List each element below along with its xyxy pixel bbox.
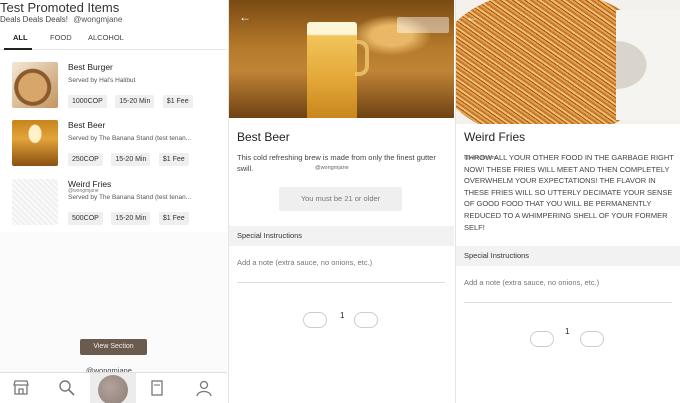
back-arrow-icon[interactable]: ← [239, 10, 251, 24]
overlay-box [90, 373, 136, 403]
fee-chip: $1 Fee [162, 95, 193, 108]
item-chips: 1000COP 15-20 Min $1 Fee [68, 90, 197, 108]
item-thumbnail [12, 179, 58, 225]
item-thumbnail [12, 120, 58, 166]
back-arrow-icon[interactable]: ← [466, 10, 478, 24]
subtitle-text: Deals Deals Deals! [0, 15, 69, 24]
tab-all[interactable]: ALL [13, 33, 28, 42]
age-verification-button[interactable]: You must be 21 or older [279, 187, 402, 211]
item-name: Best Burger [68, 62, 113, 72]
item-detail-fries: ← Weird Fries THROW ALL YOUR OTHER FOOD … [455, 0, 680, 403]
price-chip: 250COP [68, 153, 103, 166]
increase-quantity-button[interactable] [354, 312, 378, 328]
item-description: THROW ALL YOUR OTHER FOOD IN THE GARBAGE… [464, 153, 674, 232]
time-chip: 15-20 Min [111, 212, 151, 225]
category-tabs: ALL FOOD ALCOHOL [0, 28, 227, 50]
quantity-value: 1 [340, 311, 345, 320]
watermark-handle: @wongmjane [315, 165, 349, 171]
item-served-by: Served by The Banana Stand (test tenan..… [68, 194, 192, 201]
input-underline [464, 302, 672, 303]
special-instructions-header: Special Instructions [229, 226, 454, 246]
increase-quantity-button[interactable] [580, 331, 604, 347]
item-served-by: Served by Hal's Halibut [68, 77, 136, 84]
beer-hero-image: ← [229, 0, 454, 118]
tab-alcohol[interactable]: ALCOHOL [88, 33, 124, 42]
input-underline [237, 282, 445, 283]
decrease-quantity-button[interactable] [303, 312, 327, 328]
active-tab-indicator [4, 48, 32, 50]
item-chips: 500COP 15-20 Min $1 Fee [68, 207, 193, 225]
item-served-by: Served by The Banana Stand (test tenan..… [68, 135, 192, 142]
special-instructions-input[interactable] [464, 278, 672, 287]
special-instructions-input[interactable] [237, 258, 445, 267]
time-chip: 15-20 Min [115, 95, 155, 108]
search-icon[interactable] [56, 377, 78, 399]
promoted-items-panel: Test Promoted Items Deals Deals Deals! @… [0, 0, 227, 403]
fries-hero-image: ← [456, 0, 680, 124]
price-chip: 500COP [68, 212, 103, 225]
watermark-handle: @wongmjane [464, 155, 498, 161]
item-title: Weird Fries [464, 130, 526, 144]
item-thumbnail [12, 62, 58, 108]
bowl-rim [616, 10, 680, 120]
profile-icon[interactable] [193, 377, 215, 399]
page-subtitle: Deals Deals Deals! @wongmjane [0, 15, 122, 24]
price-chip: 1000COP [68, 95, 107, 108]
glass-handle [355, 40, 369, 76]
orders-icon[interactable] [146, 377, 168, 399]
list-item[interactable]: Best Beer Served by The Banana Stand (te… [12, 120, 224, 174]
tab-food[interactable]: FOOD [50, 33, 72, 42]
store-icon[interactable] [10, 377, 32, 399]
time-chip: 15-20 Min [111, 153, 151, 166]
list-item[interactable]: Weird Fries @wongmjane Served by The Ban… [12, 179, 224, 233]
watermark-handle: @wongmjane [73, 15, 123, 24]
page-title: Test Promoted Items [0, 0, 120, 15]
quantity-value: 1 [565, 327, 570, 336]
item-name: Best Beer [68, 120, 106, 130]
decrease-quantity-button[interactable] [530, 331, 554, 347]
share-button[interactable] [397, 17, 449, 33]
view-section-button[interactable]: View Section [80, 339, 147, 355]
item-title: Best Beer [237, 130, 290, 144]
beer-glass [307, 22, 357, 118]
fee-chip: $1 Fee [158, 212, 189, 225]
item-detail-beer: ← Best Beer This cold refreshing brew is… [228, 0, 454, 403]
special-instructions-header: Special Instructions [456, 246, 680, 266]
item-chips: 250COP 15-20 Min $1 Fee [68, 148, 193, 166]
list-item[interactable]: Best Burger Served by Hal's Halibut 1000… [12, 62, 224, 116]
fee-chip: $1 Fee [158, 153, 189, 166]
